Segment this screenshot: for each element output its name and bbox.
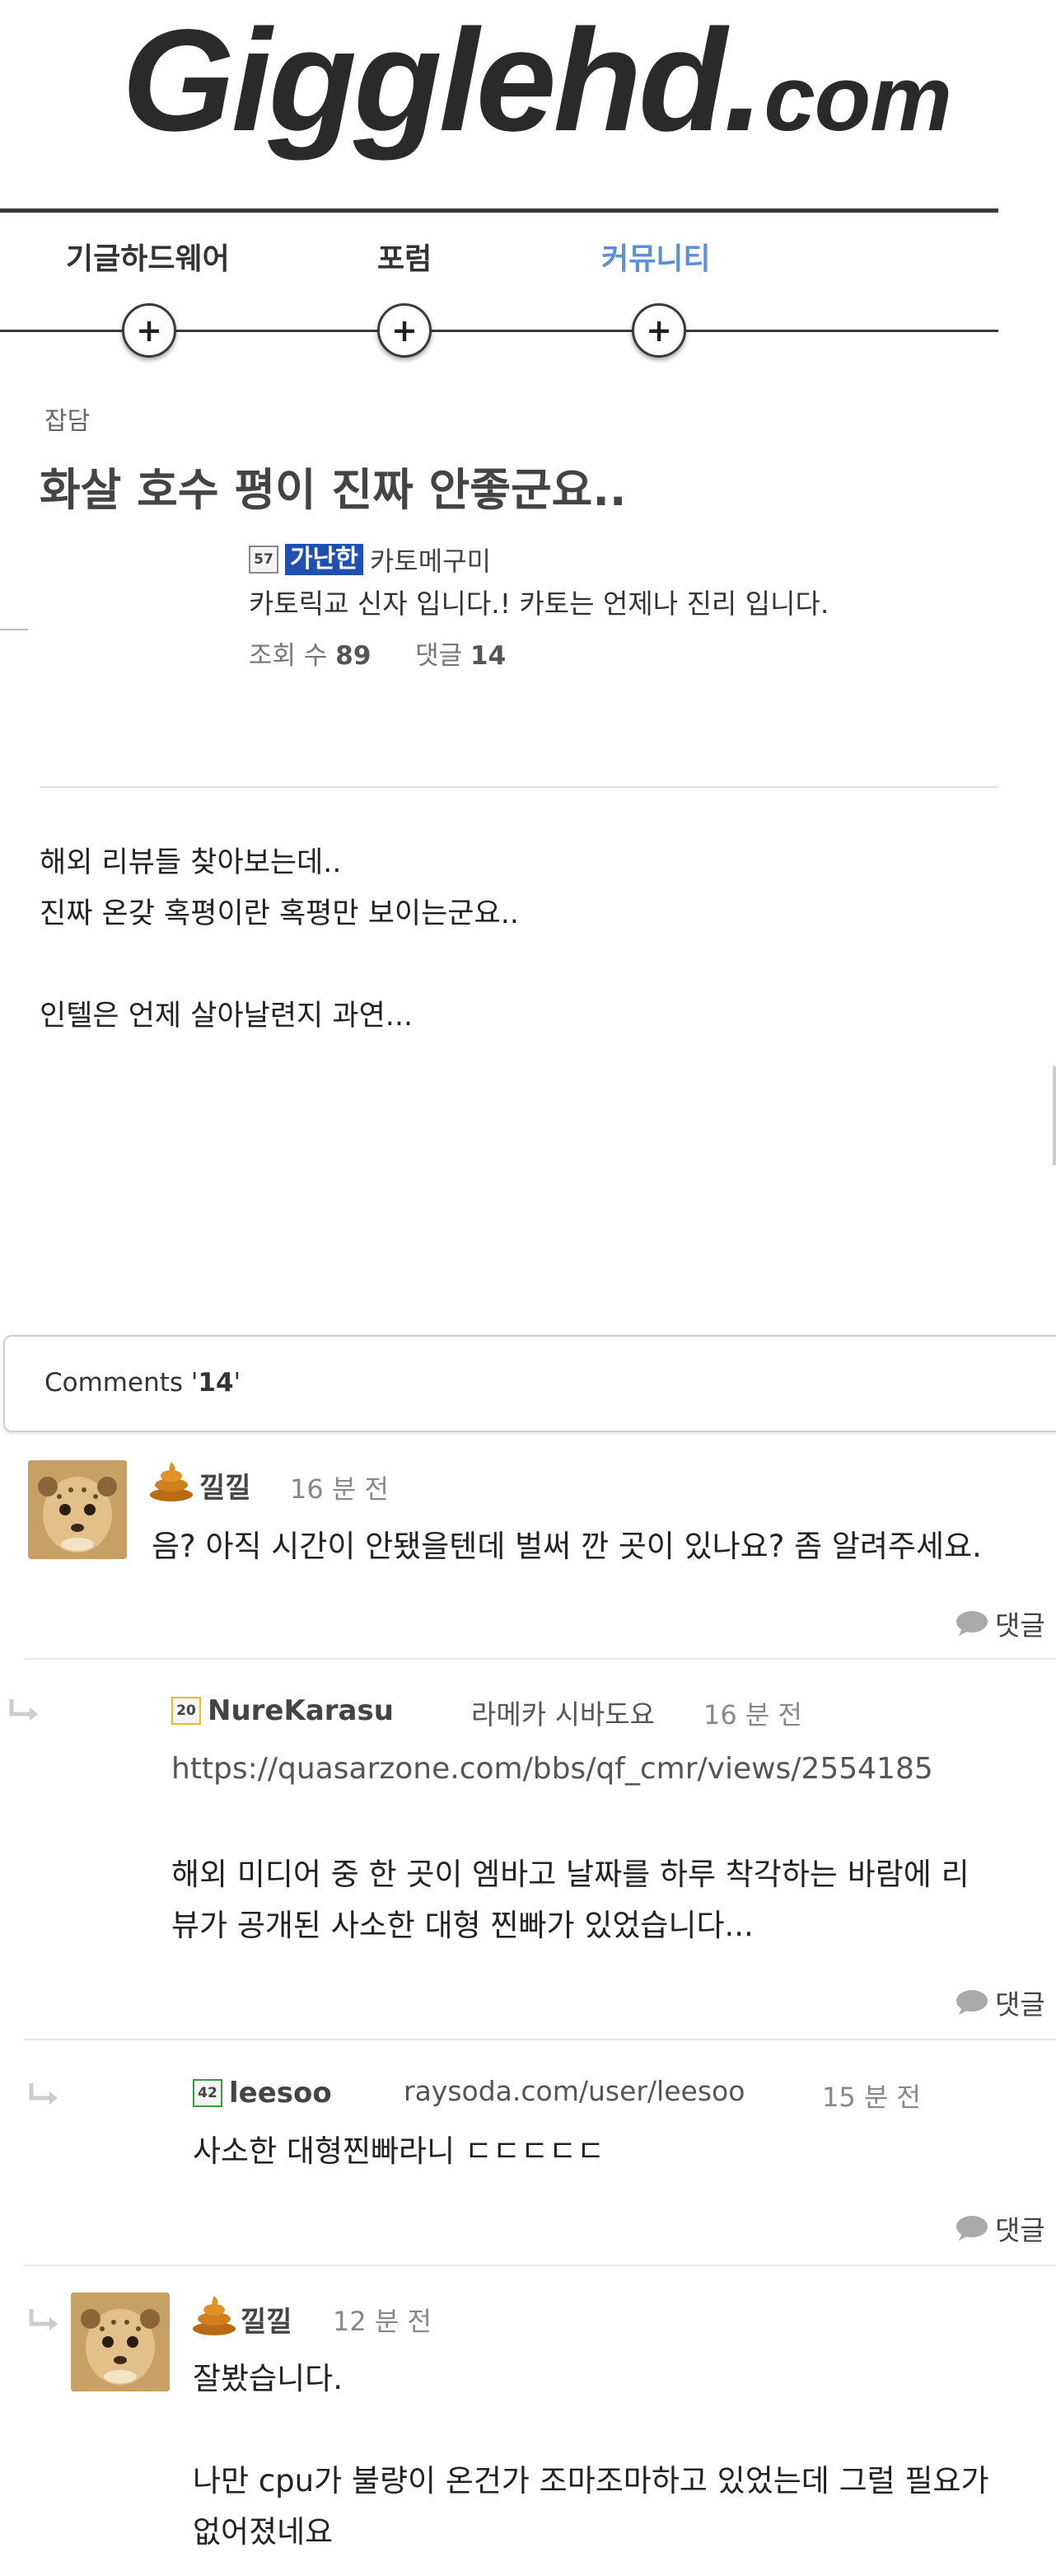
- author-signature: 카토릭교 신자 입니다.! 카토는 언제나 진리 입니다.: [249, 588, 829, 620]
- poop-icon: [193, 2296, 236, 2335]
- comment-author[interactable]: NureKarasu: [208, 1694, 394, 1727]
- speech-bubble-icon: [956, 1990, 988, 2015]
- logo-main-text: Gigglehd: [122, 0, 727, 162]
- logo-dot: .: [723, 0, 764, 162]
- comments-count: 14: [470, 641, 507, 671]
- comments-header-count: 14: [198, 1368, 234, 1398]
- post-body-line: 인텔은 언제 살아날련지 과연...: [40, 1000, 414, 1033]
- comment-text: 음? 아직 시간이 안됐을텐데 벌써 깐 곳이 있나요? 좀 알려주세요.: [152, 1529, 982, 1564]
- reply-arrow-icon: [29, 2083, 58, 2105]
- reply-button[interactable]: 댓글: [956, 1983, 1045, 2022]
- post-body-line: 해외 리뷰들 찾아보는데..: [40, 846, 342, 879]
- reply-label: 댓글: [995, 1609, 1045, 1642]
- comments-header-suffix: ': [233, 1368, 241, 1398]
- reply-arrow-icon: [9, 1699, 38, 1721]
- comment-author-block[interactable]: 20 NureKarasu: [171, 1694, 394, 1727]
- scroll-indicator: [1053, 1066, 1056, 1165]
- comment-author-block[interactable]: 42 leesoo: [193, 2077, 332, 2110]
- post-author[interactable]: 57 가난한 카토메구미: [249, 541, 491, 578]
- divider-tick: [0, 629, 28, 630]
- comment-text-line: 잘봤습니다.: [193, 2361, 343, 2396]
- nav-top-border: [0, 208, 998, 213]
- header-divider: [40, 786, 998, 788]
- comment-time: 12 분 전: [333, 2306, 432, 2337]
- poop-icon: [150, 1462, 193, 1501]
- cheetah-cub-avatar-icon: [71, 2293, 170, 2391]
- views-count: 89: [335, 641, 371, 671]
- speech-bubble-icon: [956, 2216, 988, 2241]
- comment-text-line: 뷰가 공개된 사소한 대형 찐빠가 있었습니다...: [171, 1908, 754, 1943]
- avatar[interactable]: [28, 1460, 127, 1559]
- plus-circle-icon: +: [136, 312, 162, 349]
- comment-text-line: 나만 cpu가 불량이 온건가 조마조마하고 있었는데 그럴 필요가: [193, 2463, 989, 2499]
- comment-author[interactable]: 낄낄: [199, 1465, 251, 1506]
- level-badge-icon: 20: [171, 1697, 201, 1725]
- comment-text: 사소한 대형찐빠라니 ㄷㄷㄷㄷㄷ: [193, 2133, 605, 2169]
- reply-button[interactable]: 댓글: [956, 2208, 1045, 2248]
- comment-author-signature: raysoda.com/user/leesoo: [404, 2075, 745, 2107]
- comments-header-prefix: Comments ': [44, 1368, 199, 1398]
- comment-text: 해외 미디어 중 한 곳이 엠바고 날짜를 하루 착각하는 바람에 리 뷰가 공…: [171, 1849, 970, 1951]
- author-name[interactable]: 카토메구미: [370, 541, 491, 578]
- site-logo[interactable]: Gigglehd.com: [122, 7, 952, 155]
- speech-bubble-icon: [956, 1611, 988, 1636]
- logo-tld-text: com: [764, 47, 952, 150]
- post-stats: 조회 수 89 댓글 14: [249, 635, 506, 672]
- reply-button[interactable]: 댓글: [956, 1604, 1045, 1643]
- comments-header-label: Comments '14': [44, 1368, 241, 1398]
- comments-label: 댓글: [415, 641, 463, 671]
- comment-author[interactable]: 낄낄: [241, 2299, 292, 2339]
- reply-label: 댓글: [995, 2214, 1045, 2246]
- nav-item-forum[interactable]: 포럼: [377, 235, 432, 278]
- post-title: 화살 호수 평이 진짜 안좋군요..: [40, 464, 627, 516]
- plus-circle-icon: +: [391, 312, 418, 349]
- nav-expand-community-button[interactable]: +: [632, 303, 686, 358]
- comment-text-line: 해외 미디어 중 한 곳이 엠바고 날짜를 하루 착각하는 바람에 리: [171, 1857, 970, 1892]
- post-body: 해외 리뷰들 찾아보는데.. 진짜 온갖 혹평이란 혹평만 보이는군요.. 인텔…: [40, 837, 519, 1042]
- comment-divider: [25, 2265, 1056, 2266]
- comment-divider: [25, 1658, 1056, 1660]
- comment-link[interactable]: https://quasarzone.com/bbs/qf_cmr/views/…: [171, 1752, 933, 1786]
- comment-text: 잘봤습니다. 나만 cpu가 불량이 온건가 조마조마하고 있었는데 그럴 필요…: [193, 2354, 989, 2558]
- comment-author-signature: 라메카 시바도요: [471, 1698, 656, 1731]
- comment-time: 16 분 전: [703, 1699, 802, 1731]
- comment-text-line: [193, 2405, 989, 2456]
- post-body-line: [40, 939, 519, 991]
- comment-time: 16 분 전: [290, 1473, 389, 1505]
- comment-time: 15 분 전: [822, 2082, 921, 2113]
- nav-item-hardware[interactable]: 기글하드웨어: [66, 235, 230, 278]
- reply-label: 댓글: [995, 1988, 1045, 2021]
- comment-text-line: 없어졌네요: [193, 2514, 334, 2550]
- post-category[interactable]: 잡담: [44, 400, 90, 437]
- views-label: 조회 수: [249, 641, 328, 671]
- level-badge-icon: 42: [193, 2079, 222, 2107]
- nav-expand-hardware-button[interactable]: +: [122, 303, 176, 358]
- cheetah-cub-avatar-icon: [28, 1460, 127, 1559]
- nick-image: 가난한: [285, 544, 363, 575]
- avatar[interactable]: [71, 2293, 170, 2391]
- reply-arrow-icon: [29, 2309, 58, 2330]
- post-body-line: 진짜 온갖 혹평이란 혹평만 보이는군요..: [40, 897, 519, 930]
- comment-divider: [25, 2039, 1056, 2040]
- level-badge-icon: 57: [249, 546, 278, 574]
- plus-circle-icon: +: [646, 312, 672, 349]
- comment-author[interactable]: leesoo: [229, 2077, 332, 2110]
- nav-item-community[interactable]: 커뮤니티: [601, 235, 710, 278]
- nav-expand-forum-button[interactable]: +: [377, 303, 432, 358]
